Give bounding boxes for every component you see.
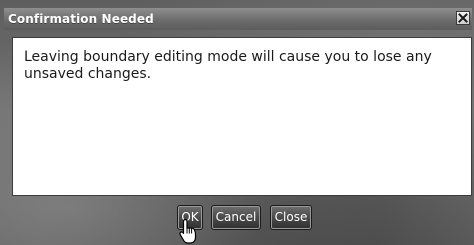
dialog-message: Leaving boundary editing mode will cause… <box>24 49 432 82</box>
close-icon-glyph <box>458 13 468 23</box>
ok-button[interactable]: OK <box>177 205 203 230</box>
close-button[interactable]: Close <box>270 205 312 230</box>
dialog-button-bar: OK Cancel Close <box>0 205 474 231</box>
dialog-titlebar: Confirmation Needed <box>4 8 472 30</box>
confirmation-dialog: Confirmation Needed Leaving boundary edi… <box>0 0 474 245</box>
dialog-title: Confirmation Needed <box>8 12 154 26</box>
cancel-button[interactable]: Cancel <box>211 205 261 230</box>
close-icon[interactable] <box>456 11 470 25</box>
dialog-message-panel: Leaving boundary editing mode will cause… <box>12 37 472 196</box>
